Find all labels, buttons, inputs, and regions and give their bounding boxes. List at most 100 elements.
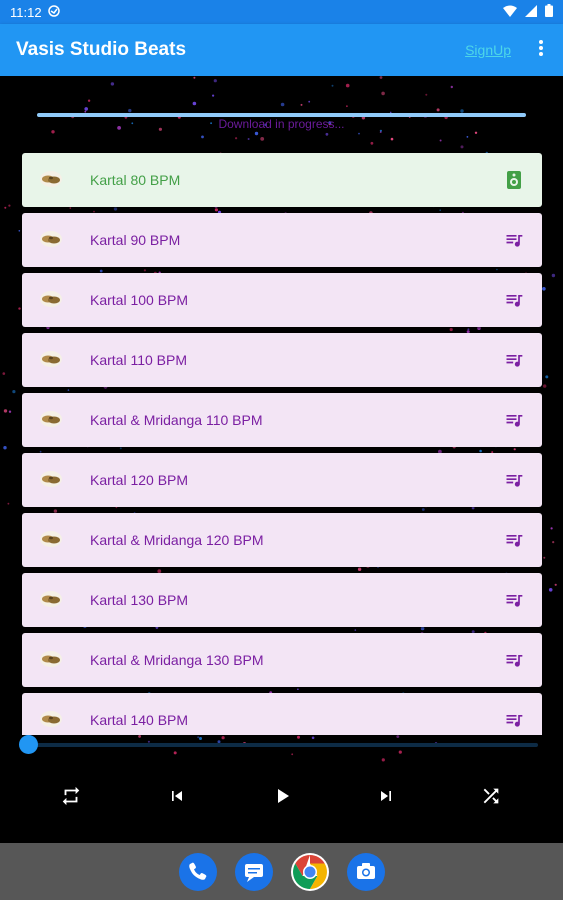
visualizer-dot <box>173 751 177 755</box>
visualizer-dot <box>325 132 329 136</box>
visualizer-dot <box>7 502 10 505</box>
visualizer-dot <box>247 138 250 140</box>
track-label: Kartal 130 BPM <box>90 592 189 608</box>
visualizer-dot <box>110 82 115 86</box>
visualizer-dot <box>381 91 385 96</box>
playlist-icon[interactable] <box>504 590 524 610</box>
visualizer-dot <box>212 94 215 97</box>
playlist-icon[interactable] <box>504 290 524 310</box>
phone-icon[interactable] <box>179 853 217 891</box>
playlist-icon[interactable] <box>504 410 524 430</box>
playlist-icon[interactable] <box>504 650 524 670</box>
kartal-thumbnail-icon <box>38 467 64 491</box>
track-item[interactable]: Kartal & Mridanga 110 BPM <box>22 393 542 447</box>
playlist-icon[interactable] <box>504 530 524 550</box>
repeat-button[interactable] <box>58 785 84 811</box>
visualizer-dot <box>18 230 21 232</box>
visualizer-dot <box>552 541 555 544</box>
visualizer-dot <box>8 410 12 413</box>
kartal-thumbnail-icon <box>38 347 64 371</box>
camera-icon[interactable] <box>347 853 385 891</box>
track-label: Kartal & Mridanga 110 BPM <box>90 412 263 428</box>
repeat-icon <box>60 785 82 812</box>
track-list[interactable]: Kartal 80 BPM Kartal 90 BPM Kartal 100 BPM… <box>22 153 542 735</box>
messages-icon[interactable] <box>235 853 273 891</box>
visualizer-dot <box>87 99 91 102</box>
chrome-icon[interactable] <box>291 853 329 891</box>
visualizer-dot <box>439 139 442 142</box>
visualizer-dot <box>12 390 16 394</box>
track-item[interactable]: Kartal & Mridanga 130 BPM <box>22 633 542 687</box>
track-item[interactable]: Kartal 110 BPM <box>22 333 542 387</box>
app-title: Vasis Studio Beats <box>16 39 187 60</box>
kartal-thumbnail-icon <box>38 287 64 311</box>
visualizer-dot <box>543 556 546 559</box>
visualizer-dot <box>370 141 374 145</box>
kartal-thumbnail-icon <box>38 587 64 611</box>
visualizer-dot <box>3 446 7 450</box>
track-item[interactable]: Kartal 120 BPM <box>22 453 542 507</box>
playlist-icon[interactable] <box>504 710 524 730</box>
track-item[interactable]: Kartal 100 BPM <box>22 273 542 327</box>
visualizer-dot <box>280 102 285 107</box>
visualizer-dot <box>346 105 348 108</box>
visualizer-dot <box>398 750 402 754</box>
download-status-icon[interactable] <box>504 170 524 190</box>
track-label: Kartal 120 BPM <box>90 472 189 488</box>
visualizer-dot <box>396 735 400 738</box>
visualizer-dot <box>128 108 132 113</box>
playlist-icon[interactable] <box>504 470 524 490</box>
track-item[interactable]: Kartal 90 BPM <box>22 213 542 267</box>
visualizer-dot <box>297 735 300 739</box>
visualizer-dot <box>331 84 334 87</box>
track-item[interactable]: Kartal 130 BPM <box>22 573 542 627</box>
playlist-icon[interactable] <box>504 230 524 250</box>
skip-previous-icon <box>167 786 187 811</box>
app-screen: 11:12 Vasis Studio Beats SignUp Download… <box>0 0 563 900</box>
visualizer-dot <box>436 108 440 112</box>
overflow-menu-icon[interactable] <box>535 39 547 61</box>
previous-button[interactable] <box>164 785 190 811</box>
visualizer-dot <box>260 137 265 141</box>
visualizer-dot <box>308 100 311 103</box>
visualizer-dot <box>3 409 8 413</box>
play-icon <box>270 784 294 813</box>
app-bar: Vasis Studio Beats SignUp <box>0 24 563 76</box>
kartal-thumbnail-icon <box>38 527 64 551</box>
shuffle-button[interactable] <box>478 785 504 811</box>
visualizer-dot <box>554 583 557 586</box>
track-item[interactable]: Kartal 140 BPM <box>22 693 542 735</box>
kartal-thumbnail-icon <box>38 707 64 731</box>
visualizer-dot <box>379 131 382 133</box>
battery-icon <box>545 4 553 20</box>
system-dock <box>0 843 563 900</box>
track-item[interactable]: Kartal 80 BPM <box>22 153 542 207</box>
track-label: Kartal 90 BPM <box>90 232 181 248</box>
notification-icon <box>47 4 60 20</box>
track-label: Kartal 110 BPM <box>90 352 188 368</box>
playlist-icon[interactable] <box>504 350 524 370</box>
visualizer-dot <box>381 758 385 762</box>
status-time: 11:12 <box>10 4 42 20</box>
seek-thumb[interactable] <box>19 735 38 754</box>
visualizer-dot <box>300 103 303 106</box>
track-label: Kartal & Mridanga 130 BPM <box>90 652 264 668</box>
seek-bar[interactable] <box>28 743 538 747</box>
kartal-thumbnail-icon <box>38 167 64 191</box>
visualizer-dot <box>545 375 549 379</box>
visualizer-dot <box>548 588 553 592</box>
visualizer-dot <box>390 137 394 141</box>
next-button[interactable] <box>373 785 399 811</box>
kartal-thumbnail-icon <box>38 227 64 251</box>
visualizer-dot <box>450 85 453 89</box>
visualizer-dot <box>460 145 464 149</box>
signup-link[interactable]: SignUp <box>465 42 511 58</box>
visualizer-dot <box>466 136 469 138</box>
visualizer-dot <box>193 76 196 79</box>
track-item[interactable]: Kartal & Mridanga 120 BPM <box>22 513 542 567</box>
track-label: Kartal 80 BPM <box>90 172 181 188</box>
play-button[interactable] <box>269 785 295 811</box>
visualizer-dot <box>542 287 546 291</box>
visualizer-dot <box>345 83 350 88</box>
visualizer-dot <box>551 273 556 278</box>
